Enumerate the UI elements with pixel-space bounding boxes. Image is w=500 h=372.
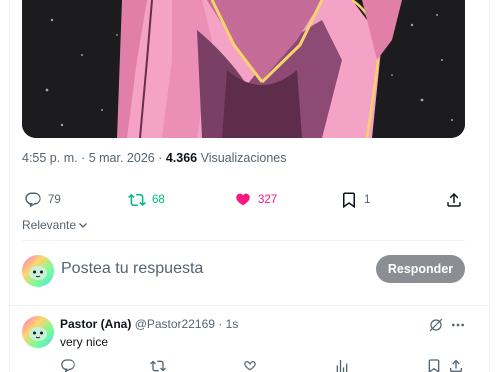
user-avatar-image xyxy=(22,255,54,287)
reply-views-button[interactable] xyxy=(334,358,350,372)
bookmark-count: 1 xyxy=(364,194,371,206)
post-date[interactable]: 5 mar. 2026 xyxy=(89,151,155,165)
reply-separator: · xyxy=(214,317,226,331)
bookmark-icon xyxy=(428,359,440,372)
avatar[interactable] xyxy=(22,255,54,287)
sort-label: Relevante xyxy=(22,218,77,232)
post-time[interactable]: 4:55 p. m. xyxy=(22,151,78,165)
retweet-count: 68 xyxy=(152,194,165,206)
reply-like-button[interactable] xyxy=(242,358,258,372)
post-actions-bar: 79 68 327 1 xyxy=(22,188,465,212)
share-icon xyxy=(447,192,461,207)
divider xyxy=(9,305,490,306)
bookmark-icon xyxy=(343,192,355,209)
like-count: 327 xyxy=(258,194,278,206)
reply-input[interactable]: Postea tu respuesta xyxy=(61,260,203,278)
grok-icon xyxy=(429,318,443,332)
reply-actions-bar xyxy=(22,358,465,372)
reply-retweet-button[interactable] xyxy=(150,358,166,372)
grok-button[interactable] xyxy=(428,317,444,333)
bookmark-button[interactable]: 1 xyxy=(340,188,370,212)
retweet-button[interactable]: 68 xyxy=(128,188,165,212)
reply-author-handle[interactable]: @Pastor22169 xyxy=(135,317,215,331)
sort-dropdown[interactable]: Relevante xyxy=(22,218,88,232)
reply-icon xyxy=(25,192,41,207)
retweet-icon xyxy=(150,360,166,372)
post-image[interactable] xyxy=(22,0,465,138)
reply-submit-button[interactable]: Responder xyxy=(376,255,465,283)
reply-header: Pastor (Ana) @Pastor22169 · 1s xyxy=(60,317,238,331)
meta-separator: · xyxy=(77,151,89,165)
views-count: 4.366 xyxy=(165,151,198,165)
retweet-icon xyxy=(128,193,146,207)
reply-button[interactable]: 79 xyxy=(24,188,61,212)
heart-icon xyxy=(236,193,250,206)
chevron-down-icon xyxy=(79,223,88,228)
views-label: Visualizaciones xyxy=(197,151,287,165)
meta-separator-2: · xyxy=(154,151,166,165)
reply-share-button[interactable] xyxy=(448,358,464,372)
more-button[interactable] xyxy=(450,317,466,333)
more-icon xyxy=(452,323,464,327)
reply-count: 79 xyxy=(48,194,61,206)
share-icon xyxy=(450,359,462,372)
reply-reply-button[interactable] xyxy=(60,358,76,372)
artwork-illustration xyxy=(22,0,465,138)
reply-icon xyxy=(61,359,75,372)
heart-icon xyxy=(244,361,256,371)
post-meta: 4:55 p. m. · 5 mar. 2026 · 4.366 Visuali… xyxy=(22,151,287,165)
divider xyxy=(22,240,465,241)
share-button[interactable] xyxy=(445,188,463,212)
avatar[interactable] xyxy=(22,316,54,348)
views-icon xyxy=(336,360,348,372)
like-button[interactable]: 327 xyxy=(234,188,277,212)
reply-author-name[interactable]: Pastor (Ana) xyxy=(60,317,131,331)
reply-text: very nice xyxy=(60,335,109,349)
reply-bookmark-button[interactable] xyxy=(426,358,442,372)
user-avatar-image xyxy=(22,316,54,348)
reply-time[interactable]: 1s xyxy=(226,317,239,331)
